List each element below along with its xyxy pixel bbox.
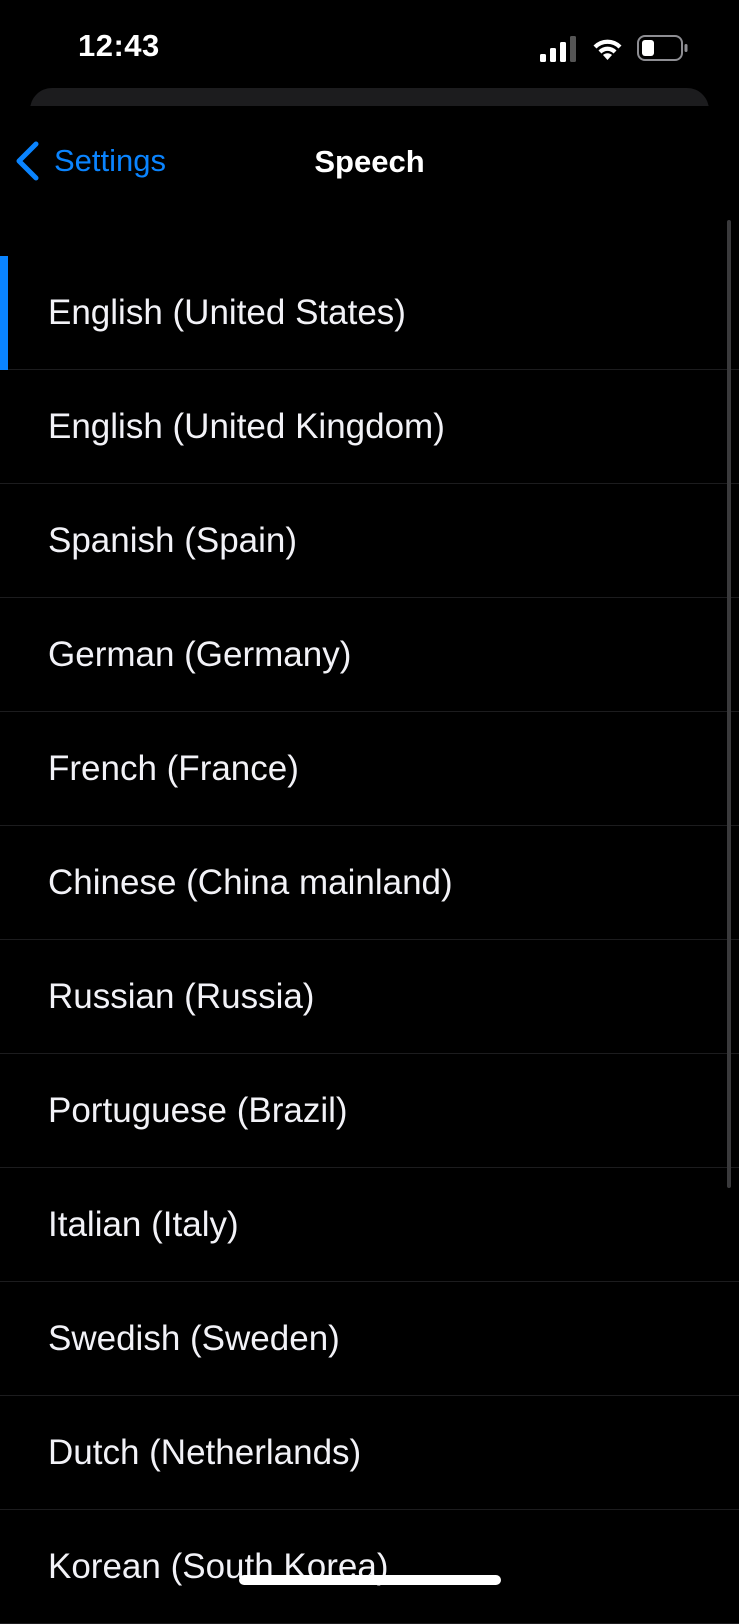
language-item[interactable]: French (France) [0,712,739,826]
language-item[interactable]: Portuguese (Brazil) [0,1054,739,1168]
language-label: English (United States) [48,292,406,332]
home-indicator[interactable] [239,1575,501,1585]
language-label: English (United Kingdom) [48,406,445,446]
language-label: Spanish (Spain) [48,520,298,560]
page-title: Speech [314,144,425,179]
language-item[interactable]: Swedish (Sweden) [0,1282,739,1396]
language-list: English (United States) English (United … [0,256,739,1624]
language-item[interactable]: English (United States) [0,256,739,370]
language-item[interactable]: Dutch (Netherlands) [0,1396,739,1510]
language-item[interactable]: German (Germany) [0,598,739,712]
status-time: 12:43 [78,28,160,63]
language-item[interactable]: Chinese (China mainland) [0,826,739,940]
language-label: Swedish (Sweden) [48,1318,340,1358]
selection-indicator [0,256,8,370]
cellular-signal-icon [540,36,576,62]
status-bar: 12:43 [0,0,739,100]
language-label: German (Germany) [48,634,352,674]
wifi-icon [593,39,622,60]
language-item[interactable]: Italian (Italy) [0,1168,739,1282]
language-label: Dutch (Netherlands) [48,1432,362,1472]
language-item[interactable]: Korean (South Korea) [0,1510,739,1624]
language-item[interactable]: Spanish (Spain) [0,484,739,598]
language-label: Chinese (China mainland) [48,862,453,902]
language-item[interactable]: Russian (Russia) [0,940,739,1054]
language-item[interactable]: English (United Kingdom) [0,370,739,484]
navigation-bar: Settings Speech [0,106,739,216]
language-label: French (France) [48,748,299,788]
language-label: Italian (Italy) [48,1204,239,1244]
language-label: Russian (Russia) [48,976,315,1016]
scrollbar[interactable] [727,220,731,1188]
battery-icon [637,35,688,61]
language-label: Portuguese (Brazil) [48,1090,348,1130]
